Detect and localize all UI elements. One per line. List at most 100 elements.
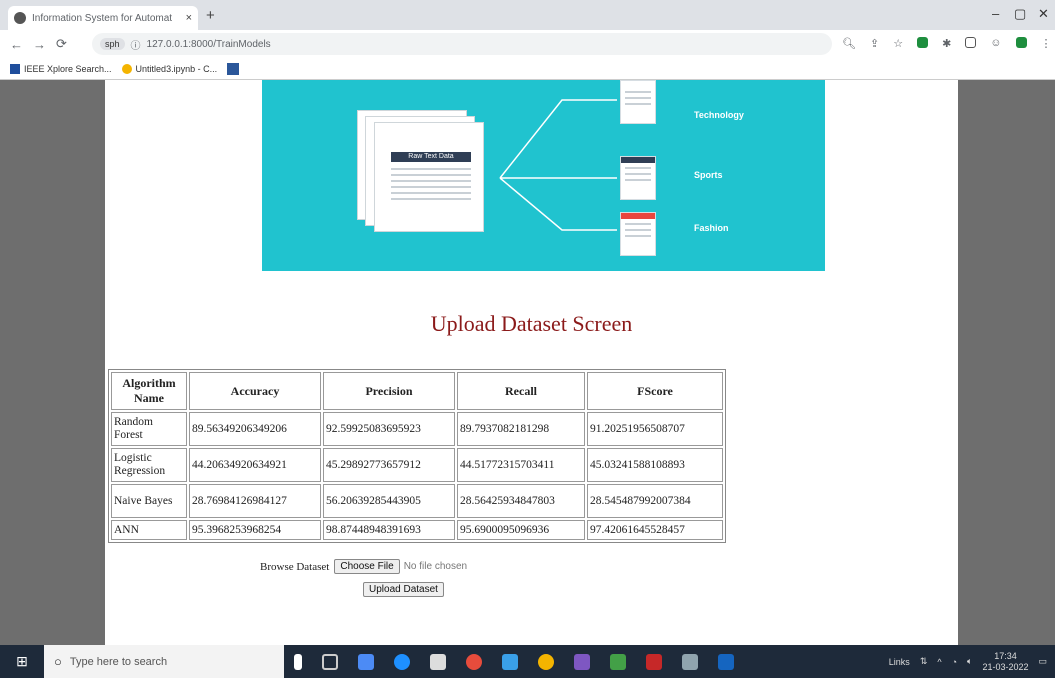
- header-recall: Recall: [457, 372, 585, 410]
- search-placeholder: Type here to search: [69, 655, 168, 668]
- clock-time: 17:34: [994, 650, 1017, 661]
- share-icon[interactable]: ⇪: [870, 37, 879, 50]
- table-header-row: Algorithm Name Accuracy Precision Recall…: [111, 372, 723, 410]
- app-purple-icon[interactable]: [574, 653, 590, 670]
- sidebar-icon[interactable]: [965, 37, 977, 48]
- search-circle-icon: ○: [54, 654, 62, 669]
- no-file-text: No file chosen: [403, 561, 468, 572]
- clock[interactable]: 17:34 21-03-2022: [982, 651, 1028, 673]
- speaker-icon[interactable]: 🔈︎: [967, 656, 972, 667]
- star-icon[interactable]: ☆: [893, 37, 903, 50]
- windows-start-icon[interactable]: ⊞: [0, 645, 44, 678]
- app-icon[interactable]: [358, 653, 374, 670]
- new-tab-button[interactable]: +: [206, 7, 215, 24]
- extensions-puzzle-icon[interactable]: ✱: [942, 37, 951, 50]
- wifi-icon[interactable]: ◔: [952, 657, 957, 667]
- minimize-button[interactable]: –: [992, 6, 999, 21]
- edge-icon[interactable]: [394, 653, 410, 670]
- profile-badge: sph: [100, 38, 125, 50]
- category-fashion: Fashion: [694, 223, 729, 233]
- info-icon: ⓘ: [130, 40, 141, 52]
- cell-accuracy: 95.3968253968254: [189, 520, 321, 540]
- tab-bar: Information System for Automat × + – ▢ ✕: [0, 0, 1055, 30]
- bookmark-colab[interactable]: Untitled3.ipynb - C...: [121, 63, 218, 74]
- tab-title: Information System for Automat: [32, 12, 173, 24]
- taskbar-search[interactable]: ○ Type here to search: [44, 645, 284, 678]
- notification-icon[interactable]: ▭: [1038, 656, 1047, 667]
- browse-dataset-label: Browse Dataset: [260, 560, 330, 573]
- banner-image: Raw Text Data Technology Sports Fashion: [262, 80, 825, 271]
- fashion-doc: [620, 212, 656, 256]
- cell-precision: 56.20639285443905: [323, 484, 455, 518]
- address-bar[interactable]: sph ⓘ 127.0.0.1:8000/TrainModels: [92, 33, 832, 55]
- extension-shield-icon[interactable]: [917, 37, 929, 48]
- extension-green-icon[interactable]: [1015, 37, 1027, 48]
- tab-close-icon[interactable]: ×: [186, 12, 192, 24]
- app-blue-icon[interactable]: [502, 653, 518, 670]
- tray-chevron-icon[interactable]: ^: [937, 657, 941, 667]
- zoom-icon[interactable]: 🔍︎: [842, 37, 856, 50]
- globe-icon: [14, 12, 26, 24]
- app-green-icon[interactable]: [610, 653, 626, 670]
- reload-icon[interactable]: ⟳: [56, 36, 67, 52]
- cell-recall: 89.7937082181298: [457, 412, 585, 446]
- back-icon[interactable]: ←: [10, 37, 23, 52]
- upload-dataset-button[interactable]: Upload Dataset: [363, 582, 444, 597]
- cell-recall: 44.51772315703411: [457, 448, 585, 482]
- page-viewport: Raw Text Data Technology Sports Fashion …: [0, 80, 1055, 645]
- cell-fscore: 97.42061645528457: [587, 520, 723, 540]
- table-row: ANN 95.3968253968254 98.87448948391693 9…: [111, 520, 723, 540]
- cell-precision: 45.29892773657912: [323, 448, 455, 482]
- forward-icon[interactable]: →: [33, 37, 46, 52]
- close-window-button[interactable]: ✕: [1038, 6, 1049, 22]
- bookmark-word[interactable]: [227, 62, 243, 75]
- upload-row: Browse Dataset Choose File No file chose…: [260, 559, 467, 574]
- cell-accuracy: 44.20634920634921: [189, 448, 321, 482]
- browser-toolbar: ← → ⟳ sph ⓘ 127.0.0.1:8000/TrainModels 🔍…: [0, 30, 1055, 58]
- header-accuracy: Accuracy: [189, 372, 321, 410]
- tray-links[interactable]: Links: [889, 657, 910, 667]
- cell-accuracy: 28.76984126984127: [189, 484, 321, 518]
- connector-lines: [499, 99, 617, 231]
- network-icon[interactable]: ⇅: [920, 656, 928, 667]
- toolbar-icons: 🔍︎ ⇪ ☆ ✱ ☺ ⋮: [842, 37, 1052, 50]
- url-text: 127.0.0.1:8000/TrainModels: [146, 38, 271, 50]
- cell-precision: 98.87448948391693: [323, 520, 455, 540]
- cell-fscore: 28.545487992007384: [587, 484, 723, 518]
- cell-fscore: 91.20251956508707: [587, 412, 723, 446]
- bookmark-label: Untitled3.ipynb - C...: [135, 63, 218, 74]
- taskbar: ⊞ ○ Type here to search Links ⇅ ^ ◔ 🔈︎ 1…: [0, 645, 1055, 678]
- technology-doc: [620, 80, 656, 124]
- ieee-icon: [10, 63, 20, 74]
- table-row: Logistic Regression 44.20634920634921 45…: [111, 448, 723, 482]
- chrome-icon[interactable]: [538, 653, 554, 670]
- store-icon[interactable]: [430, 653, 446, 670]
- task-view-icon[interactable]: [322, 653, 338, 670]
- menu-icon[interactable]: ⋮: [1041, 37, 1052, 50]
- header-algorithm: Algorithm Name: [111, 372, 187, 410]
- cell-fscore: 45.03241588108893: [587, 448, 723, 482]
- cell-algorithm: Logistic Regression: [111, 448, 187, 482]
- choose-file-button[interactable]: Choose File: [334, 559, 400, 574]
- bookmark-ieee[interactable]: IEEE Xplore Search...: [10, 63, 112, 74]
- cell-recall: 28.56425934847803: [457, 484, 585, 518]
- cell-algorithm: ANN: [111, 520, 187, 540]
- bookmark-label: IEEE Xplore Search...: [24, 63, 112, 74]
- sports-doc: [620, 156, 656, 200]
- clock-date: 21-03-2022: [982, 661, 1029, 672]
- cell-algorithm: Random Forest: [111, 412, 187, 446]
- profile-icon[interactable]: ☺: [990, 37, 1001, 50]
- table-row: Random Forest 89.56349206349206 92.59925…: [111, 412, 723, 446]
- cell-recall: 95.6900095096936: [457, 520, 585, 540]
- browser-tab[interactable]: Information System for Automat ×: [8, 6, 198, 30]
- header-fscore: FScore: [587, 372, 723, 410]
- mic-icon[interactable]: [294, 653, 302, 670]
- app-red-icon[interactable]: [466, 653, 482, 670]
- restore-button[interactable]: ▢: [1014, 6, 1026, 22]
- app-dark-red-icon[interactable]: [646, 653, 662, 670]
- app-grey-icon[interactable]: [682, 653, 698, 670]
- word-taskbar-icon[interactable]: [718, 653, 734, 670]
- table-row: Naive Bayes 28.76984126984127 56.2063928…: [111, 484, 723, 518]
- cell-precision: 92.59925083695923: [323, 412, 455, 446]
- cell-algorithm: Naive Bayes: [111, 484, 187, 518]
